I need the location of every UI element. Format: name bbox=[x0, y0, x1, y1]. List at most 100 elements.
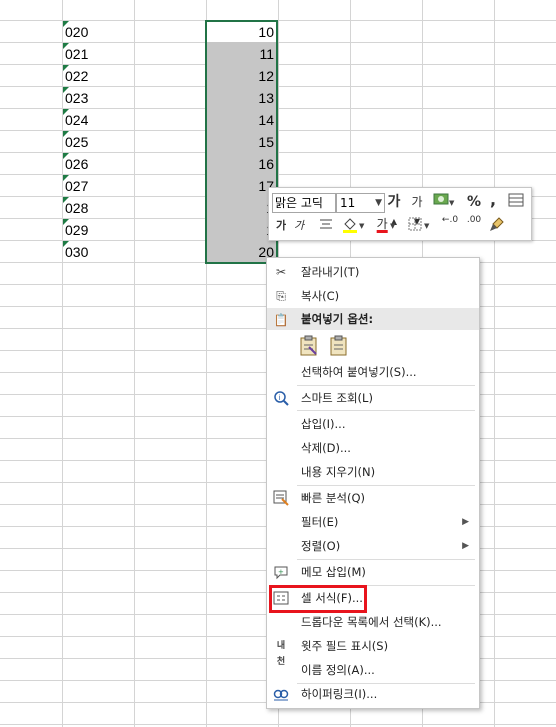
percent-style-button[interactable]: % bbox=[466, 192, 482, 212]
menu-item-clear-contents[interactable]: 내용 지우기(N) bbox=[267, 460, 479, 484]
cell-id[interactable]: 020 bbox=[63, 21, 135, 43]
menu-item-copy-label: 복사(C) bbox=[301, 289, 340, 303]
menu-item-delete[interactable]: 삭제(D)... bbox=[267, 436, 479, 460]
font-size-box[interactable]: 11 ▼ bbox=[336, 193, 385, 213]
menu-item-cut[interactable]: ✂ 잘라내기(T) bbox=[267, 260, 479, 284]
borders-icon: ▼ bbox=[408, 217, 430, 231]
format-painter-table-button[interactable] bbox=[507, 192, 525, 212]
menu-item-pick-from-dropdown[interactable]: 드롭다운 목록에서 선택(K)... bbox=[267, 610, 479, 634]
format-cells-highlight bbox=[269, 585, 367, 613]
copy-icon: ⎘ bbox=[276, 289, 286, 303]
menu-item-define-name[interactable]: 이름 정의(A)... bbox=[267, 658, 479, 682]
shrink-font-button[interactable]: 가▼ bbox=[409, 192, 425, 226]
menu-item-insert[interactable]: 삽입(I)... bbox=[267, 412, 479, 436]
error-indicator-icon bbox=[63, 241, 69, 247]
decrease-decimal-button[interactable]: ←.0 bbox=[439, 215, 461, 235]
menu-item-sort[interactable]: 정렬(O) ▶ bbox=[267, 534, 479, 558]
error-indicator-icon bbox=[63, 219, 69, 225]
menu-item-smart-lookup[interactable]: i 스마트 조회(L) bbox=[267, 386, 479, 410]
grow-font-button[interactable]: 가▲ bbox=[386, 192, 402, 226]
cell-id[interactable]: 030 bbox=[63, 241, 135, 263]
scissors-icon: ✂ bbox=[275, 265, 287, 279]
menu-item-delete-label: 삭제(D)... bbox=[301, 441, 351, 455]
chevron-down-icon[interactable]: ▼ bbox=[375, 194, 382, 212]
menu-item-paste-special[interactable]: 선택하여 붙여넣기(S)... bbox=[267, 360, 479, 384]
svg-text:▼: ▼ bbox=[424, 222, 430, 230]
cell-id[interactable]: 021 bbox=[63, 43, 135, 65]
cell-id[interactable]: 029 bbox=[63, 219, 135, 241]
paste-option-values[interactable] bbox=[329, 335, 349, 357]
menu-item-hyperlink-label: 하이퍼링크(I)... bbox=[301, 687, 378, 701]
menu-item-cut-label: 잘라내기(T) bbox=[301, 265, 360, 279]
cell-id[interactable]: 025 bbox=[63, 131, 135, 153]
clipboard-icon: 📋 bbox=[273, 313, 289, 327]
svg-text:▼: ▼ bbox=[359, 222, 365, 230]
error-indicator-icon bbox=[63, 109, 69, 115]
chevron-right-icon: ▶ bbox=[462, 541, 469, 551]
menu-item-pick-from-dropdown-label: 드롭다운 목록에서 선택(K)... bbox=[301, 615, 442, 629]
menu-item-filter-label: 필터(E) bbox=[301, 515, 339, 529]
menu-separator bbox=[297, 410, 475, 411]
menu-item-quick-analysis[interactable]: 빠른 분석(Q) bbox=[267, 486, 479, 510]
menu-item-define-name-label: 이름 정의(A)... bbox=[301, 663, 375, 677]
phonetic-icon: 내천 bbox=[276, 641, 286, 667]
menu-item-paste-special-label: 선택하여 붙여넣기(S)... bbox=[301, 365, 417, 379]
menu-item-clear-contents-label: 내용 지우기(N) bbox=[301, 465, 376, 479]
paste-option-keep-formatting[interactable] bbox=[299, 335, 319, 357]
grow-font-label: 가 bbox=[387, 194, 401, 210]
error-indicator-icon bbox=[63, 21, 69, 27]
number-format-button[interactable]: ▼ bbox=[431, 191, 457, 211]
font-size-value: 11 bbox=[340, 196, 356, 210]
quick-analysis-icon bbox=[273, 490, 289, 506]
info-search-icon: i bbox=[273, 390, 289, 406]
cell-id[interactable]: 022 bbox=[63, 65, 135, 87]
menu-item-phonetic[interactable]: 내천 윗주 필드 표시(S) bbox=[267, 634, 479, 667]
svg-text:▼: ▼ bbox=[449, 199, 455, 207]
paste-icon bbox=[330, 335, 347, 356]
cell-id[interactable]: 028 bbox=[63, 197, 135, 219]
mini-toolbar: 맑은 고딕 11 ▼ 가▲ 가▼ ▼ % , 가 가 ▼ 가 ▼ ▼ ←.0 .… bbox=[268, 187, 532, 241]
shrink-font-label: 가 bbox=[411, 195, 423, 209]
comment-icon: + bbox=[273, 564, 289, 580]
menu-item-sort-label: 정렬(O) bbox=[301, 539, 341, 553]
font-name-box[interactable]: 맑은 고딕 bbox=[272, 193, 336, 213]
menu-item-insert-comment-label: 메모 삽입(M) bbox=[301, 565, 366, 579]
menu-item-phonetic-label: 윗주 필드 표시(S) bbox=[301, 639, 389, 653]
cell-id[interactable]: 027 bbox=[63, 175, 135, 197]
menu-item-insert-label: 삽입(I)... bbox=[301, 417, 346, 431]
comma-style-button[interactable]: , bbox=[487, 190, 499, 210]
context-menu: ✂ 잘라내기(T) ⎘ 복사(C) 📋 붙여넣기 옵션: 선택하여 붙여넣기(S… bbox=[266, 257, 480, 709]
font-color-button[interactable]: 가 ▼ bbox=[373, 214, 399, 234]
cell-id[interactable]: 026 bbox=[63, 153, 135, 175]
svg-text:i: i bbox=[279, 394, 281, 402]
menu-item-smart-lookup-label: 스마트 조회(L) bbox=[301, 391, 373, 405]
increase-decimal-button[interactable]: .00 bbox=[463, 215, 485, 235]
bold-button[interactable]: 가 bbox=[275, 216, 287, 236]
cell-id[interactable]: 023 bbox=[63, 87, 135, 109]
menu-item-insert-comment[interactable]: + 메모 삽입(M) bbox=[267, 560, 479, 584]
font-color-label: 가 bbox=[376, 217, 388, 231]
paste-formatting-icon bbox=[300, 335, 317, 356]
cell-id[interactable]: 024 bbox=[63, 109, 135, 131]
error-indicator-icon bbox=[63, 43, 69, 49]
error-indicator-icon bbox=[63, 87, 69, 93]
link-icon bbox=[273, 686, 289, 702]
accounting-format-icon: ▼ bbox=[433, 193, 455, 207]
paintbrush-icon bbox=[490, 217, 504, 231]
error-indicator-icon bbox=[63, 131, 69, 137]
italic-button[interactable]: 가 bbox=[293, 216, 305, 236]
menu-item-quick-analysis-label: 빠른 분석(Q) bbox=[301, 491, 365, 505]
format-painter-button[interactable] bbox=[488, 216, 506, 236]
borders-button[interactable]: ▼ bbox=[407, 216, 433, 236]
paste-options-header: 📋 붙여넣기 옵션: bbox=[267, 308, 479, 330]
fill-color-button[interactable]: ▼ bbox=[341, 216, 367, 236]
menu-item-filter[interactable]: 필터(E) ▶ bbox=[267, 510, 479, 534]
error-indicator-icon bbox=[63, 175, 69, 181]
center-align-button[interactable] bbox=[317, 216, 335, 236]
align-center-icon bbox=[320, 219, 332, 229]
error-indicator-icon bbox=[63, 197, 69, 203]
error-indicator-icon bbox=[63, 153, 69, 159]
svg-text:+: + bbox=[278, 568, 284, 576]
menu-item-hyperlink[interactable]: 하이퍼링크(I)... bbox=[267, 682, 479, 706]
menu-item-copy[interactable]: ⎘ 복사(C) bbox=[267, 284, 479, 308]
